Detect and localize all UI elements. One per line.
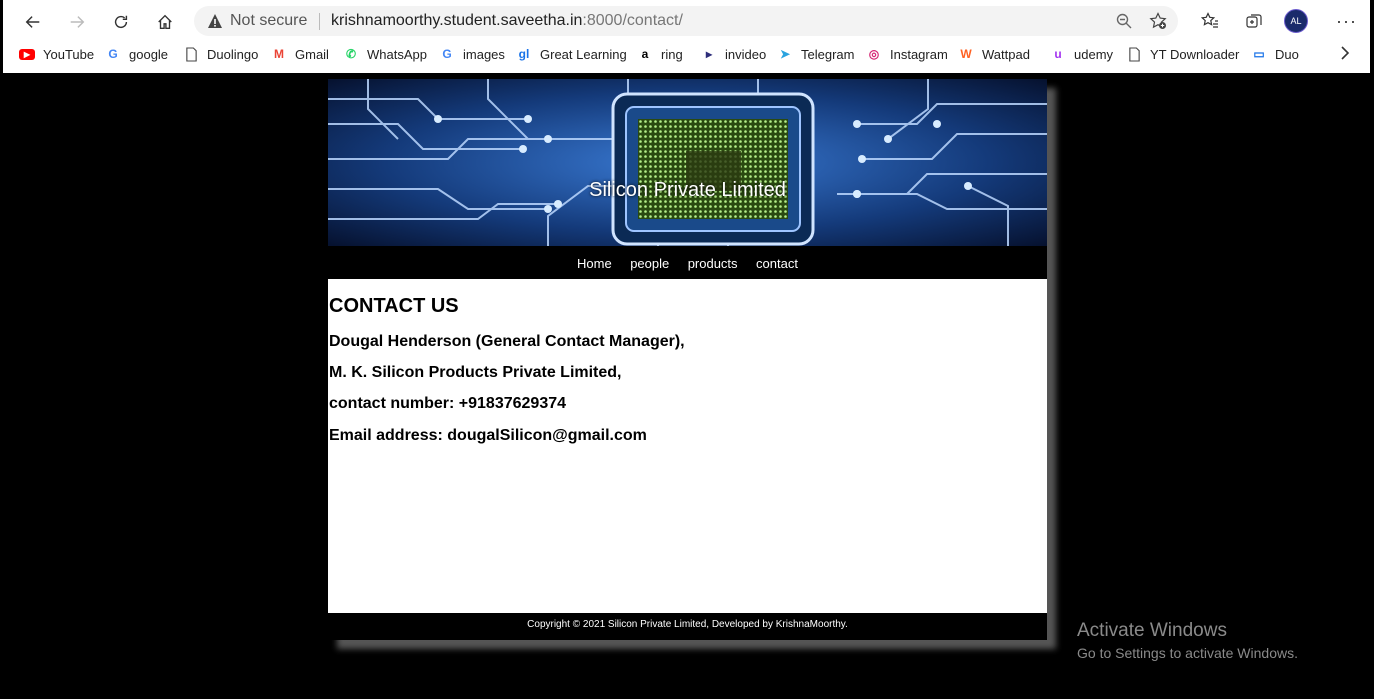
telegram-icon: ➤	[779, 47, 791, 61]
menu-item-products[interactable]: products	[688, 246, 738, 281]
bookmark-label: Telegram	[801, 46, 855, 62]
duo-icon: ▭	[1253, 47, 1265, 61]
menu-item-people[interactable]: people	[630, 246, 669, 281]
gmail-icon: M	[274, 47, 284, 61]
back-arrow-icon	[25, 16, 40, 28]
wattpad-icon: W	[960, 47, 972, 61]
bookmark-label: Duolingo	[207, 46, 259, 62]
website: Silicon Private Limited Home people prod…	[328, 79, 1047, 640]
instagram-icon: ◎	[868, 47, 880, 61]
bookmark-item[interactable]: ✆ WhatsApp	[343, 44, 427, 64]
collections-icon	[1246, 14, 1262, 28]
bookmark-label: invideo	[725, 46, 767, 62]
bookmark-item[interactable]: Duolingo	[183, 44, 258, 64]
bookmark-item[interactable]: M Gmail	[271, 44, 329, 64]
youtube-icon: ▶	[19, 48, 35, 60]
url-host: krishnamoorthy.student.saveetha.in	[331, 12, 583, 29]
windows-activation-watermark: Activate Windows Go to Settings to activ…	[1077, 620, 1298, 661]
bookmark-item[interactable]: Gimages	[439, 44, 505, 64]
page-heading: CONTACT US	[329, 295, 459, 317]
add-favorite-icon[interactable]	[1149, 12, 1167, 30]
bookmark-item[interactable]: u udemy	[1050, 44, 1113, 64]
bookmark-label: ring	[661, 46, 683, 62]
site-title: Silicon Private Limited	[589, 179, 786, 201]
menu-item-contact[interactable]: contact	[756, 246, 798, 281]
menu-item-home[interactable]: Home	[577, 246, 612, 281]
back-button[interactable]	[19, 8, 47, 36]
forward-button[interactable]	[63, 8, 91, 36]
bookmark-label: Gmail	[295, 46, 329, 62]
refresh-button[interactable]	[107, 8, 135, 36]
bookmark-label: WhatsApp	[367, 46, 427, 62]
circuit-board-image	[328, 79, 1047, 246]
bookmark-label: YT Downloader	[1150, 46, 1240, 62]
page-icon	[183, 46, 199, 62]
bookmark-label: Instagram	[890, 46, 948, 62]
contact-content: CONTACT US Dougal Henderson (General Con…	[328, 279, 1047, 613]
site-footer: Copyright © 2021 Silicon Private Limited…	[328, 613, 1047, 640]
bookmark-label: Wattpad	[982, 46, 1030, 62]
profile-avatar[interactable]: AL	[1284, 9, 1308, 33]
whatsapp-icon: ✆	[345, 47, 357, 61]
contact-number: contact number: +91837629374	[329, 395, 567, 412]
bookmark-item[interactable]: W Wattpad	[958, 44, 1030, 64]
home-icon	[158, 14, 172, 29]
bookmark-item[interactable]: ▶ YouTube	[19, 44, 94, 64]
warning-icon[interactable]	[207, 13, 223, 29]
favorites-button[interactable]	[1199, 10, 1221, 32]
email-address: Email address: dougalSilicon@gmail.com	[329, 427, 647, 444]
bookmark-label: images	[463, 46, 505, 62]
chevron-right-icon[interactable]	[1337, 44, 1353, 62]
address-separator	[319, 13, 320, 30]
google-icon: G	[108, 47, 118, 61]
page-icon	[1126, 46, 1142, 62]
collections-button[interactable]	[1243, 10, 1265, 32]
not-secure-label[interactable]: Not secure	[230, 12, 307, 30]
bookmark-item[interactable]: ▭ Duo	[1251, 44, 1299, 64]
contact-person: Dougal Henderson (General Contact Manage…	[329, 333, 685, 350]
bookmark-item[interactable]: ◎ Instagram	[866, 44, 948, 64]
address-bar[interactable]: Not secure krishnamoorthy.student.saveet…	[194, 6, 1178, 36]
bookmark-item[interactable]: a ring	[637, 44, 683, 64]
bookmark-item[interactable]: Ggoogle	[105, 44, 168, 64]
bookmark-item[interactable]: gl Great Learning	[516, 44, 627, 64]
bookmark-item[interactable]: ➤ Telegram	[777, 44, 855, 64]
google-icon: G	[442, 47, 452, 61]
forward-arrow-icon	[70, 16, 85, 28]
settings-more-button[interactable]: ···	[1336, 11, 1357, 32]
bookmark-item[interactable]: YT Downloader	[1126, 44, 1239, 64]
favorites-icon	[1201, 12, 1218, 28]
url-text[interactable]: krishnamoorthy.student.saveetha.in:8000/…	[331, 12, 683, 30]
url-path: :8000/contact/	[582, 12, 683, 29]
greatlearning-icon: gl	[518, 47, 530, 61]
bookmark-label: udemy	[1074, 46, 1114, 62]
company-name: M. K. Silicon Products Private Limited,	[329, 364, 622, 381]
browser-chrome: Not secure krishnamoorthy.student.saveet…	[3, 0, 1370, 73]
activate-title: Activate Windows	[1077, 620, 1227, 641]
refresh-icon	[114, 15, 128, 29]
main-menu: Home people products contact	[328, 246, 1047, 279]
activate-subtitle: Go to Settings to activate Windows.	[1077, 645, 1298, 661]
header-banner: Silicon Private Limited	[328, 79, 1047, 246]
home-button[interactable]	[151, 8, 179, 36]
udemy-icon: u	[1054, 47, 1062, 61]
bookmark-item[interactable]: ▸ invideo	[701, 44, 766, 64]
zoom-icon[interactable]	[1115, 12, 1133, 30]
invideo-icon: ▸	[705, 47, 713, 61]
bookmark-label: Duo	[1275, 46, 1299, 62]
amazon-icon: a	[641, 47, 649, 61]
bookmark-label: Great Learning	[540, 46, 627, 62]
bookmark-label: google	[129, 46, 169, 62]
bookmark-label: YouTube	[43, 46, 95, 62]
